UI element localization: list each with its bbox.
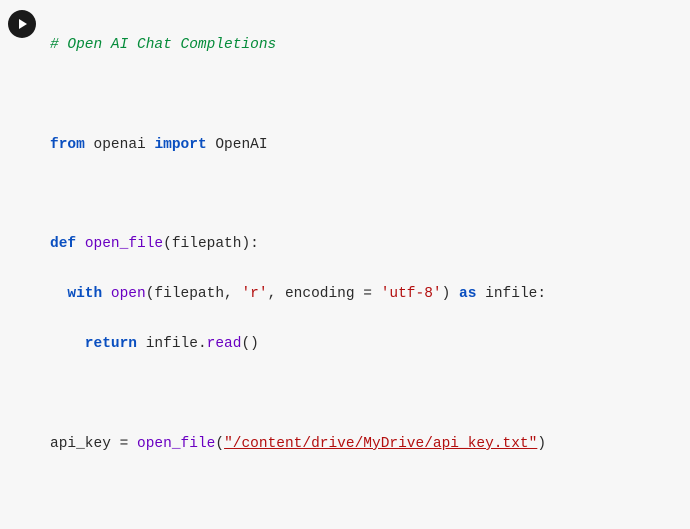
call-open-file: open_file: [137, 436, 215, 452]
arg-filepath: filepath: [154, 286, 224, 302]
code-cell: # Open AI Chat Completions from openai i…: [0, 0, 690, 529]
kw-import: import: [154, 137, 206, 153]
str-mode: 'r': [241, 286, 267, 302]
str-utf8: 'utf-8': [381, 286, 442, 302]
method-read: read: [207, 336, 242, 352]
code-editor[interactable]: # Open AI Chat Completions from openai i…: [44, 0, 690, 529]
kw-encoding: encoding: [285, 286, 355, 302]
var-api-key: api_key: [50, 436, 111, 452]
kw-def: def: [50, 236, 76, 252]
cell-gutter: [0, 0, 44, 38]
fn-open: open: [111, 286, 146, 302]
str-api-key-path: "/content/drive/MyDrive/api_key.txt": [224, 436, 537, 452]
kw-as: as: [459, 286, 476, 302]
kw-with: with: [67, 286, 102, 302]
param-filepath: filepath: [172, 236, 242, 252]
run-cell-button[interactable]: [8, 10, 36, 38]
kw-return: return: [85, 336, 137, 352]
var-infile: infile: [485, 286, 537, 302]
module-openai: openai: [94, 137, 146, 153]
fn-open-file: open_file: [85, 236, 163, 252]
ref-infile: infile: [146, 336, 198, 352]
class-openai: OpenAI: [215, 137, 267, 153]
kw-from: from: [50, 137, 85, 153]
comment-header: # Open AI Chat Completions: [50, 37, 276, 53]
play-icon: [16, 18, 28, 30]
